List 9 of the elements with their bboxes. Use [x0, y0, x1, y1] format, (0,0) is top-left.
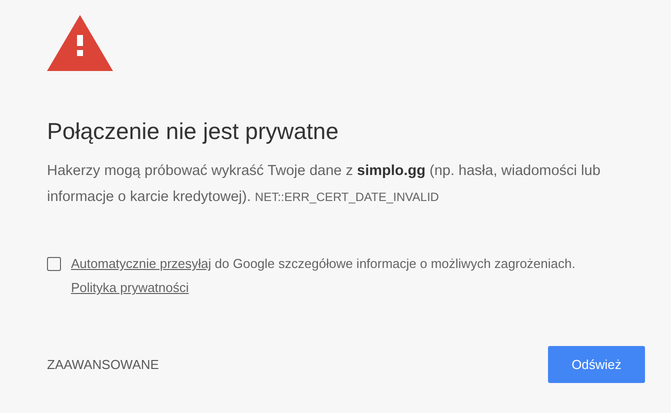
- report-link[interactable]: Automatycznie przesyłaj: [71, 256, 212, 271]
- warning-icon: [47, 15, 113, 71]
- report-checkbox[interactable]: [47, 257, 61, 271]
- description-text: Hakerzy mogą próbować wykraść Twoje dane z simplo.gg (np. hasła, wiadomości lub informacje o karcie kredytowej). NET::ERR_CERT_DATE_INVALID: [47, 162, 602, 207]
- advanced-button[interactable]: ZAAWANSOWANE: [47, 354, 159, 374]
- report-text: Automatycznie przesyłaj do Google szczegółowe informacje o możliwych zagrożeniach. Polityka prywatności: [71, 255, 576, 297]
- privacy-policy-link[interactable]: Polityka prywatności: [71, 280, 189, 295]
- page-title: Połączenie nie jest prywatne: [47, 117, 340, 146]
- reload-button[interactable]: Odśwież: [548, 346, 645, 383]
